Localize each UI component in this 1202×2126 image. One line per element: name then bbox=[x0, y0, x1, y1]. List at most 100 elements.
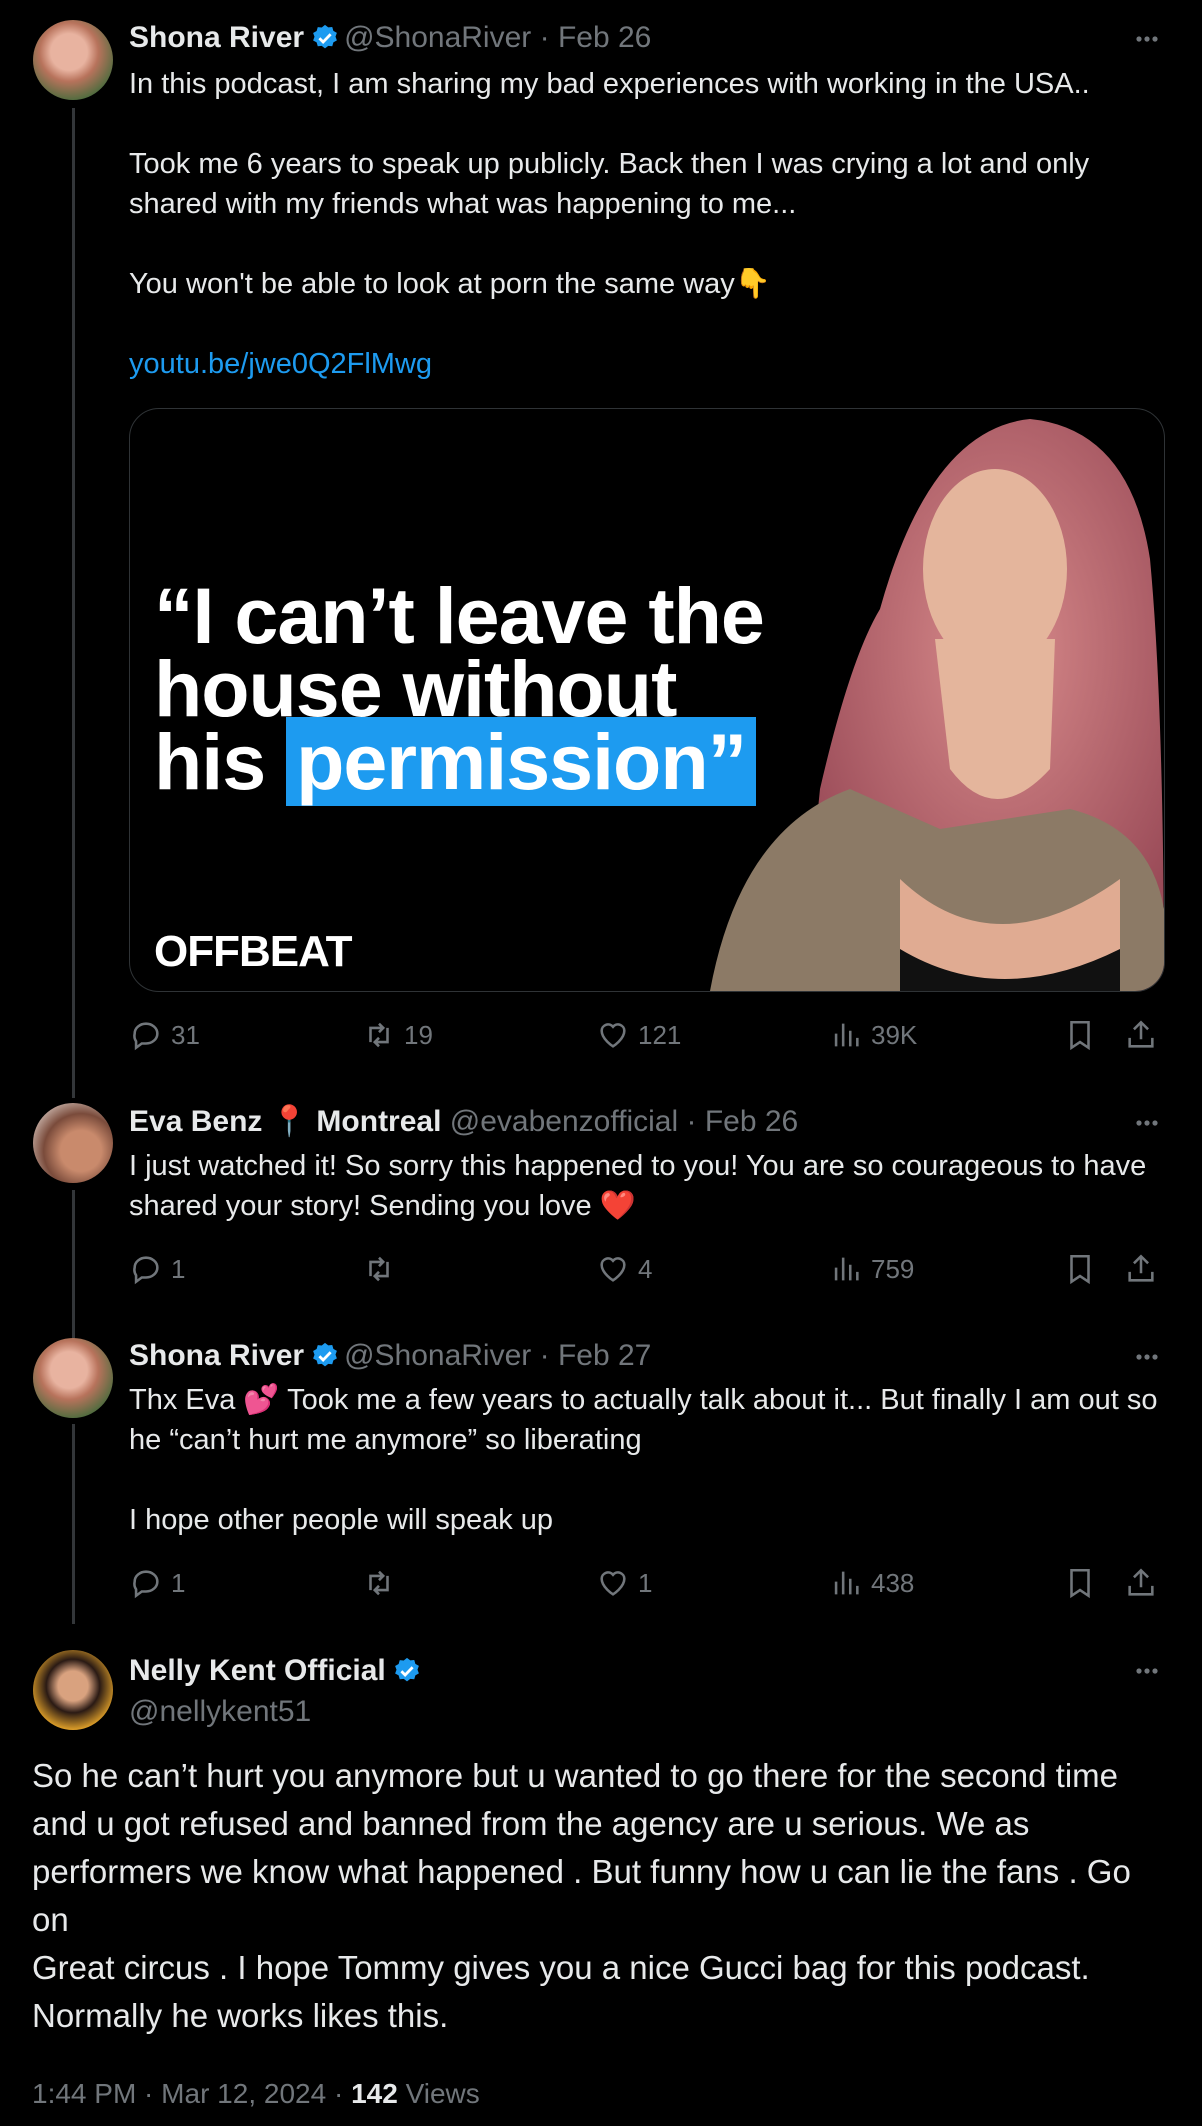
tweet-line bbox=[129, 224, 1162, 264]
tweet-actions: 31 19 121 39K bbox=[129, 1018, 1166, 1058]
tweet-actions: 1 4 759 bbox=[129, 1252, 1166, 1292]
reply-button[interactable]: 31 bbox=[129, 1018, 200, 1052]
analytics-icon bbox=[834, 1023, 859, 1047]
repost-icon bbox=[369, 1022, 389, 1048]
tweet-line: I just watched it! So sorry this happene… bbox=[129, 1150, 1155, 1222]
verified-badge-icon bbox=[392, 1656, 422, 1695]
tweet-date[interactable]: Feb 26 bbox=[705, 1105, 798, 1138]
reply-button[interactable]: 1 bbox=[129, 1566, 185, 1600]
youtube-link[interactable]: youtu.be/jwe0Q2FlMwg bbox=[129, 344, 1162, 384]
bookmark-button[interactable] bbox=[1063, 1018, 1097, 1052]
tweet-text: Thx Eva 💕 Took me a few years to actuall… bbox=[129, 1380, 1162, 1540]
share-icon bbox=[1128, 1568, 1154, 1596]
thread-line bbox=[72, 1424, 75, 1624]
tweet-line bbox=[129, 304, 1162, 344]
reply-count: 1 bbox=[171, 1567, 186, 1598]
tweet-line: I hope other people will speak up bbox=[129, 1504, 554, 1536]
like-button[interactable]: 121 bbox=[596, 1018, 681, 1052]
tweet-line: In this podcast, I am sharing my bad exp… bbox=[129, 68, 1090, 100]
view-count: 39K bbox=[871, 1019, 918, 1050]
avatar[interactable] bbox=[33, 1650, 113, 1730]
more-options-icon[interactable] bbox=[1132, 1108, 1162, 1138]
tweet-line bbox=[129, 104, 1162, 144]
heart-icon bbox=[600, 1023, 626, 1048]
tweet-header: Shona River @ShonaRiver · Feb 27 bbox=[129, 1338, 651, 1380]
tweet-time[interactable]: 1:44 PM bbox=[32, 2078, 136, 2109]
tweet-header: Eva Benz 📍 Montreal @evabenzofficial · F… bbox=[129, 1105, 799, 1138]
reply-icon bbox=[133, 1256, 159, 1285]
tweet-line: Thx Eva 💕 Took me a few years to actuall… bbox=[129, 1384, 1166, 1456]
avatar[interactable] bbox=[33, 1338, 113, 1418]
share-icon bbox=[1128, 1254, 1154, 1282]
like-button[interactable]: 1 bbox=[596, 1566, 652, 1600]
share-icon bbox=[1128, 1020, 1154, 1048]
bookmark-icon bbox=[1070, 1254, 1090, 1285]
author-handle[interactable]: @ShonaRiver bbox=[344, 21, 531, 54]
view-count: 759 bbox=[871, 1253, 915, 1284]
author-name[interactable]: Eva Benz bbox=[129, 1105, 262, 1138]
tweet-line bbox=[129, 1460, 1162, 1500]
views-button[interactable]: 438 bbox=[829, 1566, 914, 1600]
repost-button[interactable]: 19 bbox=[362, 1018, 433, 1052]
author-location: 📍 Montreal bbox=[270, 1105, 442, 1138]
more-options-icon[interactable] bbox=[1132, 1656, 1162, 1686]
author-name[interactable]: Shona River bbox=[129, 1339, 304, 1372]
views-button[interactable]: 759 bbox=[829, 1252, 914, 1286]
repost-button[interactable] bbox=[362, 1252, 396, 1286]
repost-button[interactable] bbox=[362, 1566, 396, 1600]
author-handle[interactable]: @evabenzofficial bbox=[450, 1105, 678, 1138]
card-portrait-image bbox=[710, 419, 1164, 991]
analytics-icon bbox=[834, 1257, 859, 1281]
repost-icon bbox=[369, 1570, 389, 1596]
repost-count: 19 bbox=[404, 1019, 433, 1050]
conversation-thread: Shona River @ShonaRiver · Feb 26 In this … bbox=[0, 0, 1202, 2126]
like-count: 1 bbox=[638, 1567, 653, 1598]
bookmark-button[interactable] bbox=[1063, 1566, 1097, 1600]
tweet-header: Nelly Kent Official bbox=[129, 1653, 426, 1695]
link-preview-card[interactable]: “I can’t leave the house without his per… bbox=[129, 408, 1165, 992]
heart-icon bbox=[600, 1257, 626, 1282]
author-handle[interactable]: @nellykent51 bbox=[129, 1694, 311, 1730]
share-button[interactable] bbox=[1124, 1018, 1158, 1052]
tweet-text: In this podcast, I am sharing my bad exp… bbox=[129, 64, 1162, 384]
card-brand-logo: OFFBEAT bbox=[154, 927, 352, 976]
views-label: Views bbox=[405, 2078, 480, 2109]
avatar[interactable] bbox=[33, 1103, 113, 1183]
reply-button[interactable]: 1 bbox=[129, 1252, 185, 1286]
tweet-line: So he can’t hurt you anymore but u wante… bbox=[32, 1757, 1131, 1938]
tweet-line: You won't be able to look at porn the sa… bbox=[129, 268, 771, 300]
tweet-timestamp: 1:44 PM · Mar 12, 2024 · 142 Views bbox=[32, 2078, 480, 2109]
like-count: 121 bbox=[638, 1019, 682, 1050]
tweet-date[interactable]: Feb 27 bbox=[558, 1339, 651, 1372]
heart-icon bbox=[600, 1571, 626, 1596]
more-options-icon[interactable] bbox=[1132, 24, 1162, 54]
author-handle[interactable]: @ShonaRiver bbox=[344, 1339, 531, 1372]
thread-line bbox=[72, 1190, 75, 1340]
tweet-date[interactable]: Feb 26 bbox=[558, 21, 651, 54]
view-count: 438 bbox=[871, 1567, 915, 1598]
tweet-date[interactable]: Mar 12, 2024 bbox=[161, 2078, 326, 2109]
thread-line bbox=[72, 108, 75, 1098]
more-options-icon[interactable] bbox=[1132, 1342, 1162, 1372]
bookmark-button[interactable] bbox=[1063, 1252, 1097, 1286]
reply-count: 31 bbox=[171, 1019, 200, 1050]
tweet-line: Took me 6 years to speak up publicly. Ba… bbox=[129, 148, 1098, 220]
author-name[interactable]: Nelly Kent Official bbox=[129, 1654, 386, 1687]
analytics-icon bbox=[834, 1571, 859, 1595]
verified-badge-icon bbox=[310, 23, 340, 62]
avatar[interactable] bbox=[33, 20, 113, 100]
views-button[interactable]: 39K bbox=[829, 1018, 917, 1052]
focused-tweet-text: So he can’t hurt you anymore but u wante… bbox=[32, 1752, 1162, 2040]
reply-count: 1 bbox=[171, 1253, 186, 1284]
share-button[interactable] bbox=[1124, 1566, 1158, 1600]
like-count: 4 bbox=[638, 1253, 653, 1284]
like-button[interactable]: 4 bbox=[596, 1252, 652, 1286]
author-name[interactable]: Shona River bbox=[129, 21, 304, 54]
bookmark-icon bbox=[1070, 1020, 1090, 1051]
verified-badge-icon bbox=[310, 1341, 340, 1380]
reply-icon bbox=[133, 1022, 159, 1051]
tweet-line: Great circus . I hope Tommy gives you a … bbox=[32, 1949, 1090, 2034]
repost-icon bbox=[369, 1256, 389, 1282]
share-button[interactable] bbox=[1124, 1252, 1158, 1286]
reply-icon bbox=[133, 1570, 159, 1599]
